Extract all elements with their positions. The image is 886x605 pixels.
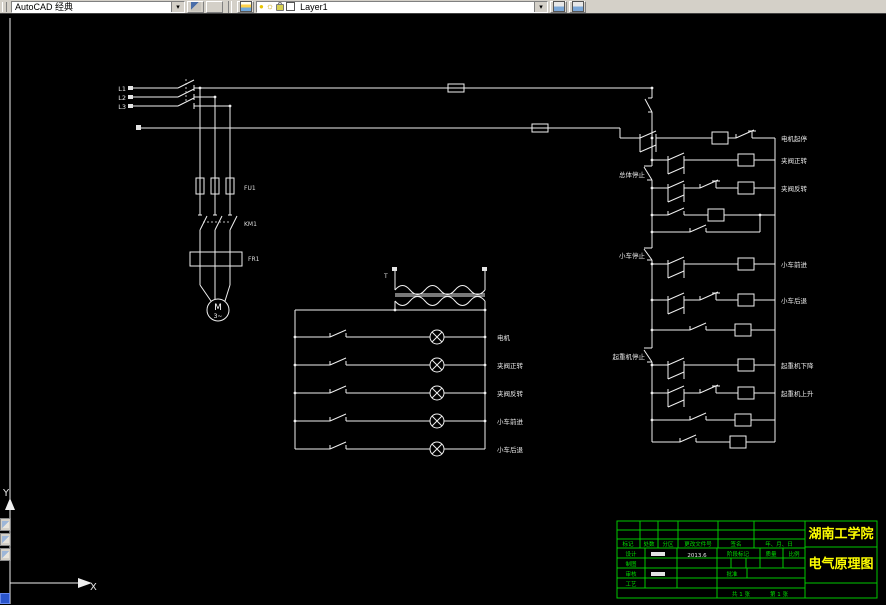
layer-properties-icon (239, 1, 252, 12)
lamp-label-valve-forward: 夹阀正转 (497, 361, 524, 370)
ucs-x-label: X (90, 582, 97, 593)
field-sheet-total: 共 1 张 (732, 590, 750, 598)
drawing-title: 电气原理图 (808, 556, 873, 572)
rev-header-date: 年、月、日 (765, 540, 793, 548)
layer-status-icons: ● ☼ (257, 2, 297, 11)
rung-label-motor-startstop: 电机起停 (781, 134, 808, 143)
title-block: 标记 处数 分区 更改文件号 签名 年、月、日 设计 制图 审核 工艺 阶段标记… (616, 520, 878, 599)
field-review: 审核 (625, 570, 637, 578)
field-sheet-no: 第 1 张 (770, 590, 788, 598)
overload-tag: FR1 (248, 256, 260, 263)
layer-properties-button[interactable] (237, 0, 254, 13)
field-approve: 批准 (726, 570, 738, 578)
minimized-palette-icon-3[interactable] (0, 548, 11, 561)
rev-header-mark: 标记 (622, 540, 634, 548)
rev-header-zone: 分区 (662, 540, 674, 548)
ucs-icon: Y X (2, 488, 97, 593)
drawing-canvas[interactable]: L1 L2 L3 FU1 KM1 FR1 M 3~ 电机起停 夹阀正转 夹阀反转… (0, 14, 886, 605)
save-workspace-button[interactable] (206, 0, 223, 13)
phase-label-l3: L3 (118, 103, 126, 111)
motor-phase-mark: 3~ (214, 313, 223, 320)
chevron-down-icon[interactable]: ▾ (171, 1, 184, 12)
workspace-settings-icon (190, 2, 201, 11)
contactor-tag: KM1 (244, 221, 257, 228)
autocad-window: AutoCAD 经典 ▾ ● ☼ Layer1 ▾ L1 L2 L3 FU1 K… (0, 0, 886, 605)
rung-label-cart-forward: 小车前进 (781, 260, 808, 269)
save-workspace-icon (210, 2, 220, 11)
power-circuit: L1 L2 L3 FU1 KM1 FR1 M 3~ (118, 79, 652, 322)
layer-lock-icon[interactable] (276, 2, 285, 11)
app-corner-icon[interactable] (0, 593, 10, 604)
control-ladder: 电机起停 夹阀正转 夹阀反转 小车前进 小车后退 起重机下降 起重机上升 总体停… (613, 86, 814, 449)
make-layer-current-icon (552, 1, 565, 12)
top-toolbar: AutoCAD 经典 ▾ ● ☼ Layer1 ▾ (0, 0, 886, 14)
stop-label-master: 总体停止 (619, 170, 646, 179)
motor-symbol-letter: M (214, 303, 222, 313)
rev-header-docno: 更改文件号 (684, 540, 712, 548)
chevron-down-icon[interactable]: ▾ (534, 1, 547, 12)
lamp-label-motor: 电机 (497, 333, 511, 342)
field-draft: 制图 (625, 560, 637, 568)
layer-combobox[interactable]: ● ☼ Layer1 ▾ (256, 0, 548, 13)
lamp-panel: T 电机 夹阀正转 夹阀反转 小车前进 小车后退 (293, 267, 524, 457)
phase-label-l2: L2 (118, 94, 126, 102)
lamp-label-cart-backward: 小车后退 (497, 445, 524, 454)
rung-label-cart-backward: 小车后退 (781, 296, 808, 305)
lamp-label-cart-forward: 小车前进 (497, 417, 524, 426)
palette-thumbnail (2, 521, 9, 528)
minimized-palette-icon-1[interactable] (0, 518, 11, 531)
field-process: 工艺 (625, 581, 637, 588)
rung-label-hoist-up: 起重机上升 (781, 389, 814, 398)
toolbar-grip[interactable] (2, 1, 7, 12)
stop-label-hoist: 起重机停止 (613, 352, 646, 361)
school-name: 湖南工学院 (808, 526, 873, 542)
rung-label-valve-forward: 夹阀正转 (781, 156, 808, 165)
rev-header-sign: 签名 (730, 540, 741, 548)
layer-on-bulb-icon[interactable]: ● (259, 2, 264, 11)
lamp-label-valve-reverse: 夹阀反转 (497, 389, 524, 398)
workspace-combobox-value: AutoCAD 经典 (15, 1, 74, 12)
palette-thumbnail (2, 551, 9, 558)
field-stage-mark: 阶段标记 (727, 550, 750, 558)
minimized-palette-icon-2[interactable] (0, 533, 11, 546)
layer-color-swatch[interactable] (286, 2, 296, 11)
phase-label-l1: L1 (118, 85, 126, 93)
ucs-y-label: Y (2, 488, 10, 499)
layer-combobox-value: Layer1 (300, 1, 328, 12)
layer-previous-icon (571, 1, 584, 12)
fuse-tag: FU1 (244, 185, 256, 192)
control-feed-lines (136, 123, 621, 138)
field-scale: 比例 (788, 550, 800, 558)
schematic-svg: L1 L2 L3 FU1 KM1 FR1 M 3~ 电机起停 夹阀正转 夹阀反转… (2, 18, 878, 604)
field-date-value: 2013.6 (687, 553, 707, 559)
rung-label-hoist-down: 起重机下降 (781, 361, 814, 370)
make-layer-current-button[interactable] (550, 0, 567, 13)
toolbar-separator (228, 0, 232, 13)
rung-label-valve-reverse: 夹阀反转 (781, 184, 808, 193)
workspace-combobox[interactable]: AutoCAD 经典 ▾ (11, 0, 185, 13)
rev-header-count: 处数 (643, 540, 655, 548)
layer-previous-button[interactable] (569, 0, 586, 13)
stop-label-cart: 小车停止 (619, 251, 646, 260)
workspace-settings-button[interactable] (187, 0, 204, 13)
field-design: 设计 (625, 550, 637, 558)
layer-freeze-sun-icon[interactable]: ☼ (266, 2, 274, 11)
palette-thumbnail (2, 536, 9, 543)
field-weight: 质量 (765, 550, 777, 558)
transformer-tag: T (383, 273, 388, 280)
